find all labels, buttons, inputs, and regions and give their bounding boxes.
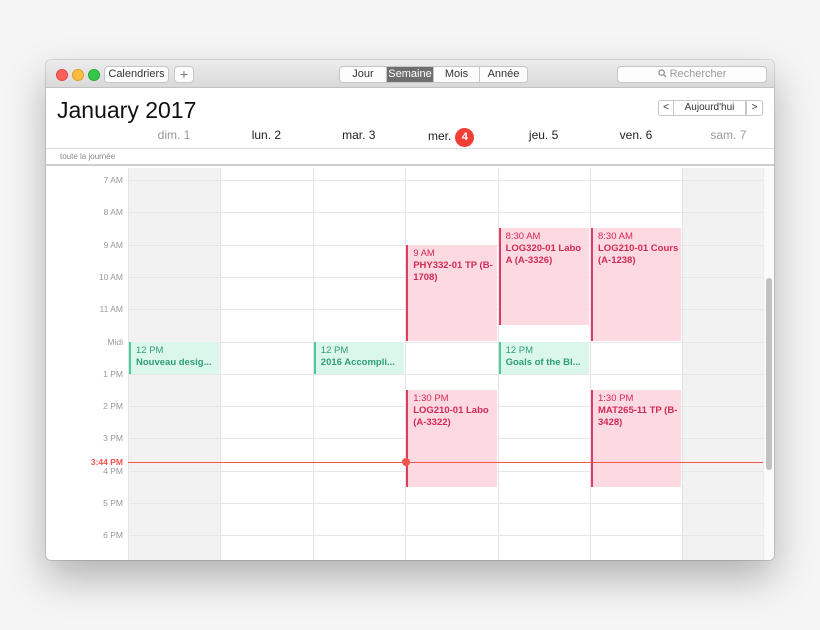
event-time: 12 PM bbox=[320, 344, 349, 356]
today-button[interactable]: Aujourd'hui bbox=[673, 100, 746, 116]
hour-line bbox=[128, 212, 774, 214]
hour-line bbox=[128, 503, 774, 504]
day-header[interactable]: sam. 7 bbox=[682, 128, 774, 142]
hour-label: 4 PM bbox=[103, 465, 123, 476]
day-header-label: ven. 6 bbox=[619, 128, 653, 142]
hour-label: 3 PM bbox=[103, 433, 123, 444]
event-time: 12 PM bbox=[505, 344, 534, 356]
calendar-event[interactable]: 1:30 PM LOG210-01 Labo (A-3322) bbox=[406, 389, 497, 487]
event-title: Goals of the Bl... bbox=[505, 356, 581, 368]
view-month-button[interactable]: Mois bbox=[434, 67, 480, 82]
event-time: 1:30 PM bbox=[413, 392, 449, 404]
event-title: LOG210-01 Labo (A-3322) bbox=[413, 404, 489, 428]
week-grid[interactable]: 7 AM 8 AM 9 AM 10 AM 11 AM Midi 1 PM 2 PM 3 PM 4 … bbox=[46, 168, 774, 560]
calendar-event[interactable]: 9 AM PHY332-01 TP (B-1708) bbox=[406, 244, 497, 342]
hour-label: 5 PM bbox=[103, 498, 123, 508]
day-header-label: mar. 3 bbox=[342, 128, 376, 142]
event-title: LOG210-01 Cours (A-1238) bbox=[598, 243, 679, 267]
calendar-event[interactable]: 8:30 AM LOG320-01 Labo A (A-3326) bbox=[498, 228, 589, 326]
zoom-window-button[interactable] bbox=[88, 69, 100, 81]
hour-line bbox=[128, 373, 774, 375]
search-field[interactable]: Rechercher bbox=[617, 66, 767, 83]
current-time-label: 3:44 PM bbox=[90, 457, 123, 468]
scrollbar-thumb[interactable] bbox=[766, 278, 772, 470]
event-time: 12 PM bbox=[136, 344, 164, 356]
next-week-button[interactable]: > bbox=[746, 100, 763, 116]
add-event-button[interactable]: + bbox=[174, 66, 194, 83]
day-column[interactable] bbox=[682, 168, 774, 560]
calendar-event[interactable]: 12 PM Goals of the Bl... bbox=[498, 341, 589, 374]
calendars-button[interactable]: Calendriers bbox=[104, 66, 169, 83]
minimize-window-button[interactable] bbox=[72, 69, 84, 81]
day-header-label: mer. bbox=[428, 129, 452, 143]
calendar-event[interactable]: 12 PM 2016 Accompli... bbox=[313, 341, 405, 374]
view-day-button[interactable]: Jour bbox=[340, 67, 387, 82]
event-title: Nouveau desig... bbox=[136, 356, 212, 368]
calendar-event[interactable]: 8:30 AM LOG210-01 Cours (A-1238) bbox=[591, 228, 682, 342]
day-header[interactable]: dim. 1 bbox=[128, 128, 220, 142]
hour-label: 9 AM bbox=[103, 239, 123, 250]
calendar-event[interactable]: 12 PM Nouveau desig... bbox=[129, 341, 220, 374]
search-placeholder: Rechercher bbox=[669, 68, 727, 80]
hour-label: 11 AM bbox=[99, 304, 123, 315]
event-time: 9 AM bbox=[413, 247, 435, 259]
day-column[interactable] bbox=[220, 168, 312, 560]
event-title: LOG320-01 Labo A (A-3326) bbox=[505, 243, 582, 267]
column-divider bbox=[682, 168, 684, 560]
day-header[interactable]: ven. 6 bbox=[590, 128, 682, 142]
event-time: 8:30 AM bbox=[505, 231, 541, 243]
previous-week-button[interactable]: < bbox=[658, 100, 674, 116]
day-column[interactable] bbox=[590, 168, 682, 560]
all-day-row[interactable] bbox=[46, 148, 774, 166]
day-header[interactable]: mar. 3 bbox=[313, 128, 405, 142]
today-badge: 4 bbox=[455, 128, 475, 147]
hour-label: 6 PM bbox=[103, 530, 123, 541]
hour-line bbox=[128, 341, 774, 343]
current-time-line bbox=[128, 462, 768, 464]
day-header-label: sam. 7 bbox=[710, 128, 747, 142]
event-time: 1:30 PM bbox=[598, 392, 634, 404]
event-title: 2016 Accompli... bbox=[320, 356, 395, 368]
hour-line bbox=[128, 180, 774, 181]
column-divider bbox=[220, 168, 222, 560]
event-title: MAT265-11 TP (B-3428) bbox=[598, 404, 678, 428]
search-icon bbox=[657, 69, 667, 78]
title-bar: Calendriers + Jour Semaine Mois Année Re… bbox=[46, 60, 774, 88]
all-day-label: toute la journée bbox=[60, 152, 116, 161]
hour-label: 7 AM bbox=[103, 175, 123, 185]
view-week-button[interactable]: Semaine bbox=[387, 67, 434, 82]
day-header[interactable]: jeu. 5 bbox=[498, 128, 590, 142]
day-header-label: dim. 1 bbox=[157, 128, 191, 142]
view-year-button[interactable]: Année bbox=[480, 67, 527, 82]
hour-label: 1 PM bbox=[103, 368, 123, 379]
column-divider bbox=[590, 168, 591, 560]
day-header[interactable]: lun. 2 bbox=[220, 128, 312, 142]
day-column[interactable] bbox=[405, 168, 497, 560]
calendar-window: Calendriers + Jour Semaine Mois Année Re… bbox=[46, 60, 774, 560]
calendar-event[interactable]: 1:30 PM MAT265-11 TP (B-3428) bbox=[591, 389, 682, 487]
day-header-label: lun. 2 bbox=[251, 128, 282, 142]
hour-line bbox=[128, 535, 774, 537]
hour-label: 10 AM bbox=[98, 271, 123, 282]
hour-label: 8 AM bbox=[103, 207, 123, 218]
close-window-button[interactable] bbox=[56, 69, 68, 81]
day-header[interactable]: mer. 4 bbox=[405, 128, 497, 147]
day-header-label: jeu. 5 bbox=[528, 128, 559, 142]
hour-label: Midi bbox=[107, 336, 123, 347]
hour-label: 2 PM bbox=[103, 401, 123, 412]
event-time: 8:30 AM bbox=[598, 231, 633, 243]
event-title: PHY332-01 TP (B-1708) bbox=[413, 259, 493, 283]
column-divider bbox=[405, 168, 407, 560]
month-title: January 2017 bbox=[57, 97, 197, 123]
view-switcher: Jour Semaine Mois Année bbox=[339, 66, 528, 83]
